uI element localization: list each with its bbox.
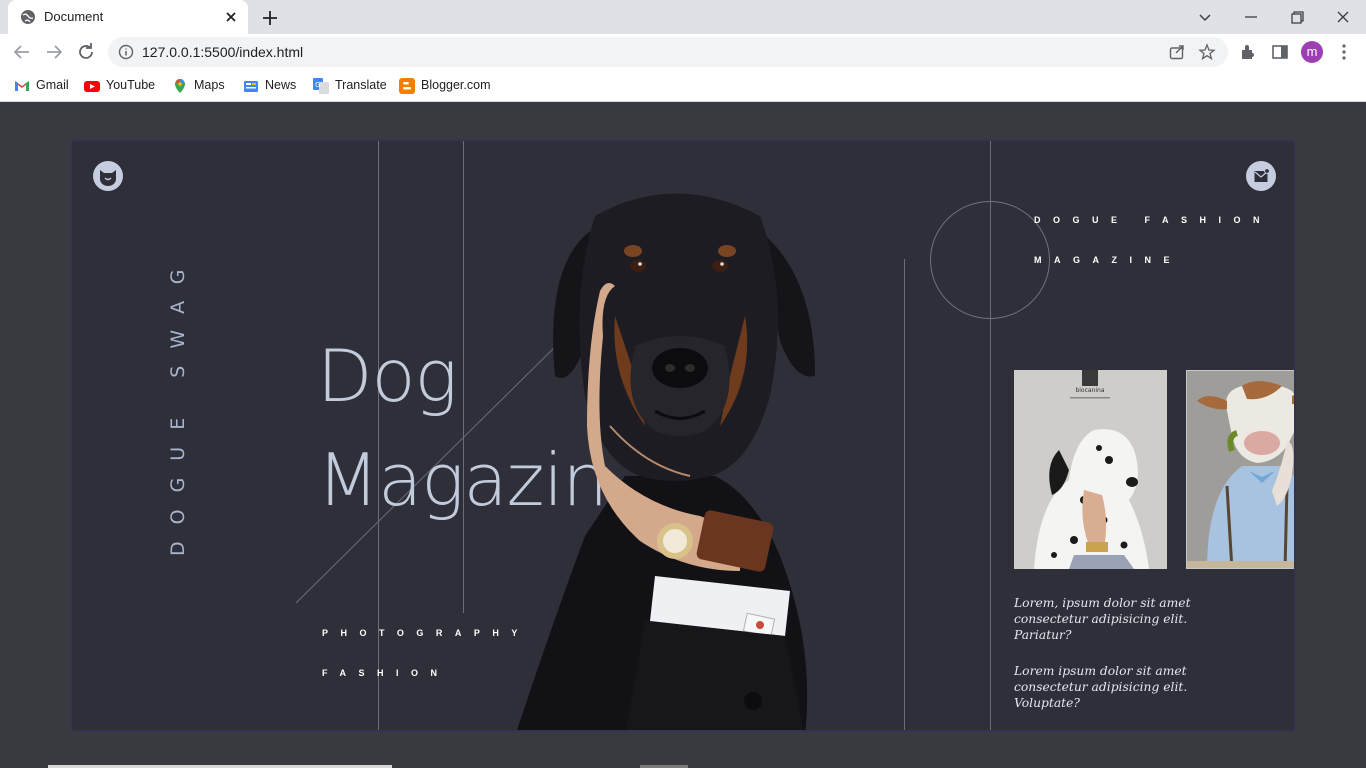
mail-button[interactable] bbox=[1246, 161, 1276, 191]
bookmarks-bar: Gmail YouTube Maps News G Translate Blog… bbox=[0, 70, 1366, 102]
youtube-icon bbox=[84, 81, 100, 92]
new-tab-icon[interactable] bbox=[259, 7, 281, 29]
bookmark-label: YouTube bbox=[106, 78, 156, 92]
dalmatian-image: biocanina bbox=[1014, 370, 1167, 569]
paragraph-2: Lorem ipsum dolor sit amet consectetur a… bbox=[1014, 664, 1188, 710]
vertical-brand-text: DOGUE SWAG bbox=[167, 241, 189, 561]
dalmatian-thumbnail[interactable]: biocanina bbox=[1014, 370, 1167, 569]
vertical-brand-label: DOGUE SWAG bbox=[167, 252, 189, 556]
fashion-tag: FASHION bbox=[322, 668, 450, 678]
paragraph-1: Lorem, ipsum dolor sit amet consectetur … bbox=[1014, 596, 1191, 642]
cow-image bbox=[1187, 371, 1294, 568]
translate-icon: G bbox=[313, 78, 329, 94]
gmail-icon bbox=[15, 81, 29, 91]
forward-icon[interactable] bbox=[42, 40, 66, 64]
cow-thumbnail[interactable] bbox=[1186, 370, 1294, 569]
logo-button[interactable] bbox=[93, 161, 123, 191]
news-icon bbox=[244, 81, 258, 92]
divider-line bbox=[904, 259, 905, 730]
hero-title-line1: Dog bbox=[317, 334, 458, 418]
photography-tag: PHOTOGRAPHY bbox=[322, 628, 530, 638]
tab-strip: Document bbox=[0, 0, 1366, 34]
magazine-title-line1: DOGUE FASHION bbox=[1034, 215, 1273, 225]
share-icon[interactable] bbox=[1168, 43, 1186, 61]
tab-search-icon[interactable] bbox=[1192, 4, 1218, 30]
bookmark-star-icon[interactable] bbox=[1198, 43, 1216, 61]
browser-tab[interactable]: Document bbox=[8, 0, 248, 34]
back-icon[interactable] bbox=[10, 40, 34, 64]
side-panel-icon[interactable] bbox=[1270, 42, 1290, 62]
restore-icon[interactable] bbox=[1284, 4, 1310, 30]
browser-toolbar: 127.0.0.1:5500/index.html m bbox=[0, 34, 1366, 70]
thumb-brand-label: biocanina bbox=[1075, 387, 1104, 394]
extensions-icon[interactable] bbox=[1238, 42, 1258, 62]
dog-face-icon bbox=[100, 170, 116, 186]
profile-avatar[interactable]: m bbox=[1301, 41, 1323, 63]
bookmark-label: Maps bbox=[194, 78, 225, 92]
address-bar[interactable]: 127.0.0.1:5500/index.html bbox=[108, 37, 1228, 67]
mail-icon bbox=[1254, 168, 1270, 182]
tab-title: Document bbox=[44, 9, 104, 24]
doberman-photo bbox=[517, 193, 815, 730]
magazine-card: DOGUE SWAG Dog Magazin PHOTOGRAPHY FASHI… bbox=[70, 139, 1296, 732]
svg-text:G: G bbox=[315, 81, 320, 89]
globe-icon bbox=[21, 10, 35, 24]
bookmark-label: Translate bbox=[335, 78, 387, 92]
magazine-title-line2: MAGAZINE bbox=[1034, 255, 1182, 265]
close-window-icon[interactable] bbox=[1330, 4, 1356, 30]
site-info-icon[interactable] bbox=[118, 44, 134, 60]
bookmark-label: Blogger.com bbox=[421, 78, 491, 92]
blogger-icon bbox=[399, 78, 415, 94]
reload-icon[interactable] bbox=[74, 40, 98, 64]
url-text[interactable]: 127.0.0.1:5500/index.html bbox=[142, 44, 303, 60]
close-tab-icon[interactable] bbox=[222, 8, 240, 26]
bookmark-label: Gmail bbox=[36, 78, 69, 92]
decorative-circle bbox=[930, 201, 1050, 319]
minimize-icon[interactable] bbox=[1238, 4, 1264, 30]
menu-kebab-icon[interactable] bbox=[1334, 42, 1354, 62]
maps-icon bbox=[175, 79, 185, 93]
bookmark-label: News bbox=[265, 78, 297, 92]
